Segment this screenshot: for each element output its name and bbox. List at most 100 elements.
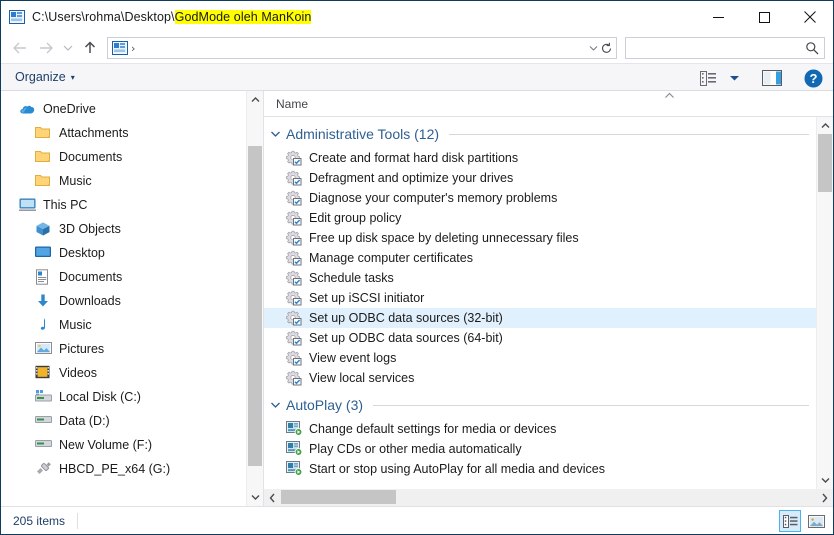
sidebar-item-desktop[interactable]: Desktop — [1, 241, 245, 265]
explorer-body: OneDrive Attachments Documents Music Thi… — [1, 91, 833, 506]
list-item[interactable]: Set up iSCSI initiator — [264, 288, 817, 308]
refresh-icon — [602, 42, 612, 53]
refresh-button[interactable] — [600, 38, 613, 58]
sidebar-scroll-thumb[interactable] — [248, 146, 262, 466]
list-item-selected[interactable]: Set up ODBC data sources (32-bit) — [264, 308, 817, 328]
sidebar-item-label: This PC — [43, 198, 88, 212]
navigation-pane: OneDrive Attachments Documents Music Thi… — [1, 91, 263, 506]
downloads-icon — [35, 293, 51, 309]
folder-icon — [35, 125, 51, 141]
folder-icon — [35, 173, 51, 189]
file-list-scrollbar[interactable] — [816, 117, 833, 489]
breadcrumb-separator[interactable]: › — [131, 42, 135, 55]
group-header-autoplay[interactable]: AutoPlay (3) — [264, 391, 817, 419]
sidebar-item-onedrive-music[interactable]: Music — [1, 169, 245, 193]
back-button[interactable] — [7, 36, 33, 60]
list-item[interactable]: Defragment and optimize your drives — [264, 168, 817, 188]
status-bar: 205 items — [1, 506, 833, 534]
sidebar-item-label: New Volume (F:) — [59, 438, 153, 452]
details-view-button[interactable] — [779, 510, 801, 532]
list-item[interactable]: Diagnose your computer's memory problems — [264, 188, 817, 208]
autoplay-icon — [286, 441, 302, 457]
sidebar-scroll-down-button[interactable] — [247, 489, 263, 506]
desktop-icon — [35, 245, 51, 261]
organize-button[interactable]: Organize ▾ — [9, 68, 81, 86]
list-item[interactable]: Change default settings for media or dev… — [264, 419, 817, 439]
sidebar-item-attachments[interactable]: Attachments — [1, 121, 245, 145]
forward-button[interactable] — [33, 36, 59, 60]
admin-tool-icon — [286, 150, 302, 166]
group-header-administrative-tools[interactable]: Administrative Tools (12) — [264, 120, 817, 148]
preview-pane-icon — [762, 70, 782, 86]
list-item-label: Edit group policy — [309, 211, 402, 225]
list-item[interactable]: View local services — [264, 368, 817, 388]
chevron-down-icon — [63, 45, 73, 51]
maximize-button[interactable] — [741, 1, 787, 33]
sidebar-scroll-track[interactable] — [247, 108, 263, 489]
list-item[interactable]: Play CDs or other media automatically — [264, 439, 817, 459]
search-input[interactable] — [630, 40, 804, 56]
sidebar-item-label: Documents — [59, 270, 123, 284]
chevron-up-icon — [821, 123, 829, 128]
file-list-hscrollbar[interactable] — [264, 489, 833, 506]
sidebar-item-hbcd-pe-x64-g[interactable]: HBCD_PE_x64 (G:) — [1, 457, 245, 481]
sidebar-item-local-disk-c[interactable]: Local Disk (C:) — [1, 385, 245, 409]
sidebar-item-label: Pictures — [59, 342, 105, 356]
file-list-scroll-down-button[interactable] — [817, 472, 833, 489]
sidebar-scrollbar[interactable] — [246, 91, 263, 506]
sidebar-item-downloads[interactable]: Downloads — [1, 289, 245, 313]
list-item[interactable]: Create and format hard disk partitions — [264, 148, 817, 168]
hscroll-thumb[interactable] — [281, 490, 396, 504]
view-options-caret[interactable] — [725, 72, 744, 84]
hscroll-left-button[interactable] — [264, 489, 281, 506]
sidebar-item-onedrive[interactable]: OneDrive — [1, 97, 245, 121]
sidebar-item-new-volume-f[interactable]: New Volume (F:) — [1, 433, 245, 457]
close-button[interactable] — [787, 1, 833, 33]
list-item[interactable]: View event logs — [264, 348, 817, 368]
up-button[interactable] — [77, 36, 103, 60]
sidebar-item-3d-objects[interactable]: 3D Objects — [1, 217, 245, 241]
column-header-name[interactable]: Name — [276, 97, 308, 111]
sidebar-item-music[interactable]: Music — [1, 313, 245, 337]
large-icons-view-button[interactable] — [805, 510, 827, 532]
hscroll-right-button[interactable] — [816, 489, 833, 506]
help-button[interactable]: ? — [800, 67, 827, 90]
sidebar-item-data-d[interactable]: Data (D:) — [1, 409, 245, 433]
recent-locations-button[interactable] — [59, 36, 77, 60]
list-item[interactable]: Schedule tasks — [264, 268, 817, 288]
chevron-down-icon — [730, 76, 739, 81]
list-item[interactable]: Free up disk space by deleting unnecessa… — [264, 228, 817, 248]
sidebar-item-pictures[interactable]: Pictures — [1, 337, 245, 361]
view-options-button[interactable] — [696, 69, 721, 88]
sidebar-item-label: HBCD_PE_x64 (G:) — [59, 462, 171, 476]
preview-pane-button[interactable] — [758, 68, 786, 88]
sidebar-item-label: Music — [59, 318, 92, 332]
search-box[interactable] — [625, 37, 825, 59]
sidebar-item-documents[interactable]: Documents — [1, 265, 245, 289]
sidebar-item-videos[interactable]: Videos — [1, 361, 245, 385]
large-icons-view-icon — [807, 514, 825, 528]
list-item[interactable]: Edit group policy — [264, 208, 817, 228]
item-count-label: 205 items — [13, 513, 66, 528]
sidebar-item-onedrive-documents[interactable]: Documents — [1, 145, 245, 169]
sidebar-item-label: Videos — [59, 366, 97, 380]
chevron-down-icon[interactable] — [270, 130, 286, 138]
file-list-scroll-up-button[interactable] — [817, 117, 833, 134]
chevron-left-icon — [269, 493, 275, 502]
sidebar-scroll-up-button[interactable] — [247, 91, 263, 108]
3d-objects-icon — [35, 221, 51, 237]
admin-tool-icon — [286, 330, 302, 346]
minimize-button[interactable] — [695, 1, 741, 33]
address-dropdown-button[interactable] — [589, 38, 598, 58]
admin-tool-icon — [286, 230, 302, 246]
list-item[interactable]: Start or stop using AutoPlay for all med… — [264, 459, 817, 479]
file-list-scroll-thumb[interactable] — [818, 134, 832, 192]
address-path-box[interactable]: › — [107, 37, 617, 59]
sidebar-item-this-pc[interactable]: This PC — [1, 193, 245, 217]
file-list-scroll-track[interactable] — [817, 134, 833, 472]
window-title: C:\Users\rohma\Desktop\GodMode oleh ManK… — [32, 10, 312, 24]
chevron-down-icon[interactable] — [270, 401, 286, 409]
list-item[interactable]: Set up ODBC data sources (64-bit) — [264, 328, 817, 348]
hscroll-track[interactable] — [281, 489, 816, 506]
list-item[interactable]: Manage computer certificates — [264, 248, 817, 268]
